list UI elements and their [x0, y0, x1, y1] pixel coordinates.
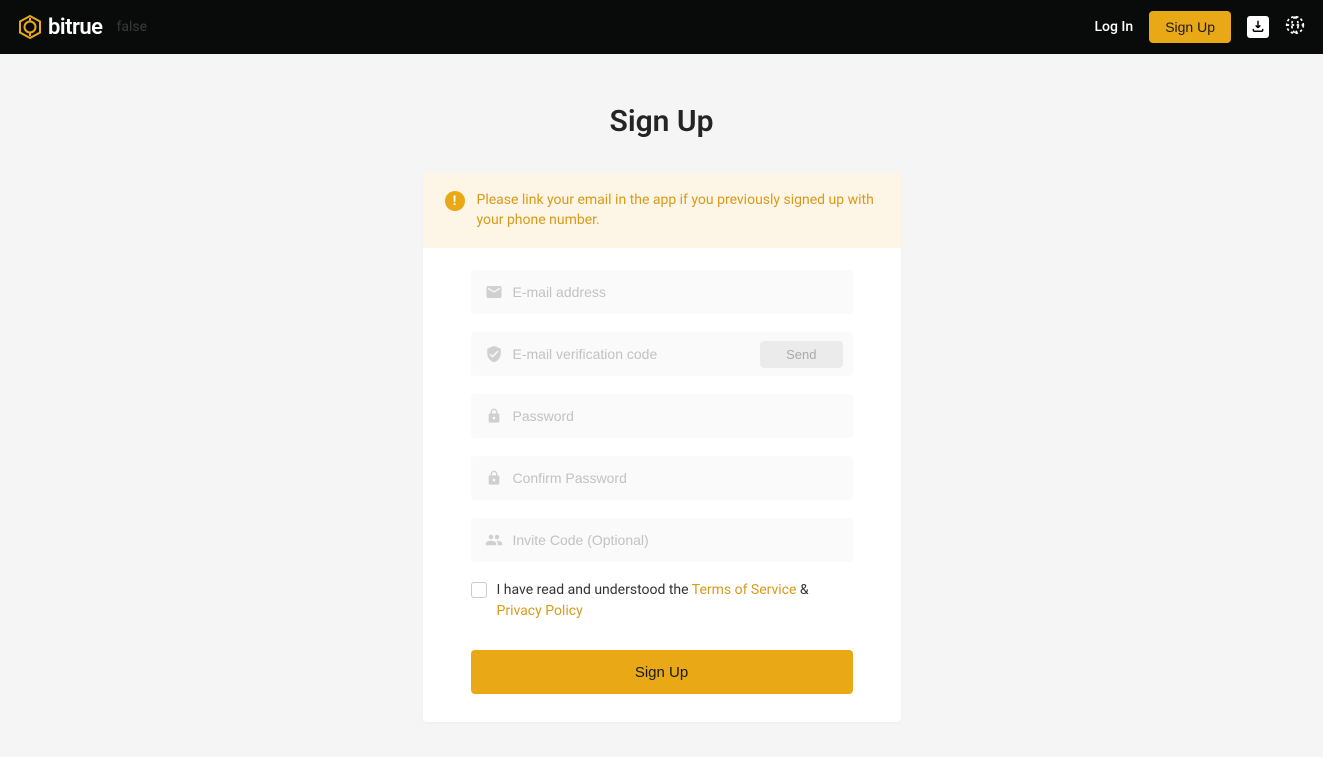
agree-checkbox[interactable]: [471, 582, 487, 598]
invite-input[interactable]: [513, 518, 843, 562]
agree-prefix: I have read and understood the: [497, 582, 692, 598]
alert-text: Please link your email in the app if you…: [477, 191, 877, 230]
globe-icon: [1285, 15, 1305, 39]
lock-icon: [485, 469, 503, 487]
main-content: Sign Up ! Please link your email in the …: [0, 54, 1323, 722]
header-left: bitrue false: [18, 15, 147, 40]
logo-icon: [18, 15, 42, 39]
invite-group: [471, 518, 853, 562]
ampersand: &: [796, 582, 808, 598]
email-icon: [485, 283, 503, 301]
confirm-password-input[interactable]: [513, 456, 843, 500]
agree-label: I have read and understood the Terms of …: [497, 580, 853, 622]
email-input[interactable]: [513, 270, 843, 314]
login-link[interactable]: Log In: [1095, 19, 1134, 35]
password-input[interactable]: [513, 394, 843, 438]
signup-card: ! Please link your email in the app if y…: [423, 173, 901, 722]
shield-icon: [485, 345, 503, 363]
code-group: Send: [471, 332, 853, 376]
lock-icon: [485, 407, 503, 425]
password-group: [471, 394, 853, 438]
debug-text: false: [117, 19, 148, 35]
page-title: Sign Up: [610, 104, 714, 139]
code-input[interactable]: [513, 332, 761, 376]
email-group: [471, 270, 853, 314]
download-icon: [1251, 18, 1265, 37]
submit-button[interactable]: Sign Up: [471, 650, 853, 694]
header-signup-button[interactable]: Sign Up: [1149, 11, 1231, 43]
confirm-password-group: [471, 456, 853, 500]
language-button[interactable]: [1285, 15, 1305, 39]
header-right: Log In Sign Up: [1095, 11, 1306, 43]
download-button[interactable]: [1247, 16, 1269, 38]
agree-row: I have read and understood the Terms of …: [471, 580, 853, 622]
app-header: bitrue false Log In Sign Up: [0, 0, 1323, 54]
brand-name: bitrue: [48, 15, 103, 40]
send-button[interactable]: Send: [760, 341, 842, 368]
brand-logo[interactable]: bitrue: [18, 15, 103, 40]
alert-banner: ! Please link your email in the app if y…: [423, 173, 901, 248]
terms-link[interactable]: Terms of Service: [692, 582, 797, 598]
form-body: Send: [423, 248, 901, 722]
privacy-link[interactable]: Privacy Policy: [497, 603, 583, 619]
alert-icon: !: [445, 191, 465, 211]
users-icon: [485, 531, 503, 549]
